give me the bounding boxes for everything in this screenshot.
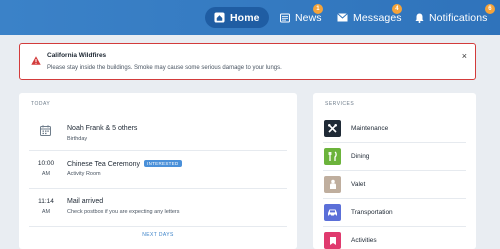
divider bbox=[323, 170, 466, 171]
service-transportation[interactable]: Transportation bbox=[323, 201, 466, 227]
services-panel: SERVICES Maintenance Dining Valet Transp… bbox=[313, 93, 476, 249]
news-badge: 1 bbox=[313, 4, 323, 14]
event-time: 10:00 bbox=[37, 160, 55, 167]
event-mail[interactable]: 11:14 AM Mail arrived Check postbox if y… bbox=[19, 189, 297, 227]
event-ampm: AM bbox=[41, 171, 51, 177]
next-days-link[interactable]: NEXT DAYS bbox=[19, 232, 297, 238]
service-dining[interactable]: Dining bbox=[323, 145, 466, 171]
home-icon bbox=[214, 12, 225, 23]
messages-badge: 4 bbox=[392, 4, 402, 14]
alert-title: California Wildfires bbox=[47, 52, 107, 59]
service-label: Activities bbox=[351, 237, 377, 244]
notifications-badge: 6 bbox=[485, 4, 495, 14]
event-subtitle: Activity Room bbox=[67, 171, 101, 177]
service-activities[interactable]: Activities bbox=[323, 229, 466, 249]
event-time: 11:14 bbox=[38, 198, 54, 205]
event-tea-ceremony[interactable]: 10:00 AM Chinese Tea Ceremony INTERESTED … bbox=[19, 151, 297, 189]
today-panel: TODAY Noah Frank & 5 others Birthday 10:… bbox=[19, 93, 297, 249]
event-title: Noah Frank & 5 others bbox=[67, 125, 138, 132]
event-ampm: AM bbox=[41, 209, 51, 215]
top-nav-bar: Home News 1 Messages 4 Notifications 6 bbox=[0, 0, 500, 35]
service-valet[interactable]: Valet bbox=[323, 173, 466, 199]
nav-news[interactable]: News 1 bbox=[280, 4, 323, 28]
event-title: Mail arrived bbox=[67, 198, 104, 205]
interested-badge: INTERESTED bbox=[144, 160, 182, 167]
tools-icon bbox=[324, 120, 341, 137]
services-label: SERVICES bbox=[325, 101, 355, 107]
valet-icon bbox=[324, 176, 341, 193]
wildfire-alert: California Wildfires Please stay inside … bbox=[19, 43, 476, 80]
car-icon bbox=[324, 204, 341, 221]
today-label: TODAY bbox=[31, 101, 51, 107]
nav-notifications[interactable]: Notifications 6 bbox=[415, 4, 495, 28]
activities-icon bbox=[324, 232, 341, 249]
divider bbox=[323, 226, 466, 227]
nav-home[interactable]: Home bbox=[205, 7, 269, 28]
close-icon[interactable]: × bbox=[462, 51, 467, 61]
event-subtitle: Check postbox if you are expecting any l… bbox=[67, 209, 180, 215]
warning-icon bbox=[31, 52, 41, 70]
calendar-icon bbox=[40, 123, 51, 141]
service-label: Valet bbox=[351, 181, 366, 188]
event-subtitle: Birthday bbox=[67, 136, 88, 142]
nav-home-label: Home bbox=[230, 11, 260, 24]
news-icon bbox=[280, 13, 290, 23]
divider bbox=[29, 226, 287, 227]
service-label: Dining bbox=[351, 153, 370, 160]
envelope-icon bbox=[337, 13, 348, 22]
dining-icon bbox=[324, 148, 341, 165]
event-title-text: Chinese Tea Ceremony bbox=[67, 161, 141, 168]
alert-message: Please stay inside the buildings. Smoke … bbox=[47, 65, 282, 71]
service-label: Maintenance bbox=[351, 125, 389, 132]
nav-notifications-label: Notifications bbox=[429, 11, 488, 24]
event-birthday[interactable]: Noah Frank & 5 others Birthday bbox=[19, 113, 297, 151]
service-label: Transportation bbox=[351, 209, 393, 216]
event-title: Chinese Tea Ceremony INTERESTED bbox=[67, 160, 182, 168]
divider bbox=[323, 142, 466, 143]
bell-icon bbox=[415, 13, 424, 23]
service-maintenance[interactable]: Maintenance bbox=[323, 117, 466, 143]
nav-messages[interactable]: Messages 4 bbox=[337, 4, 402, 28]
divider bbox=[323, 198, 466, 199]
